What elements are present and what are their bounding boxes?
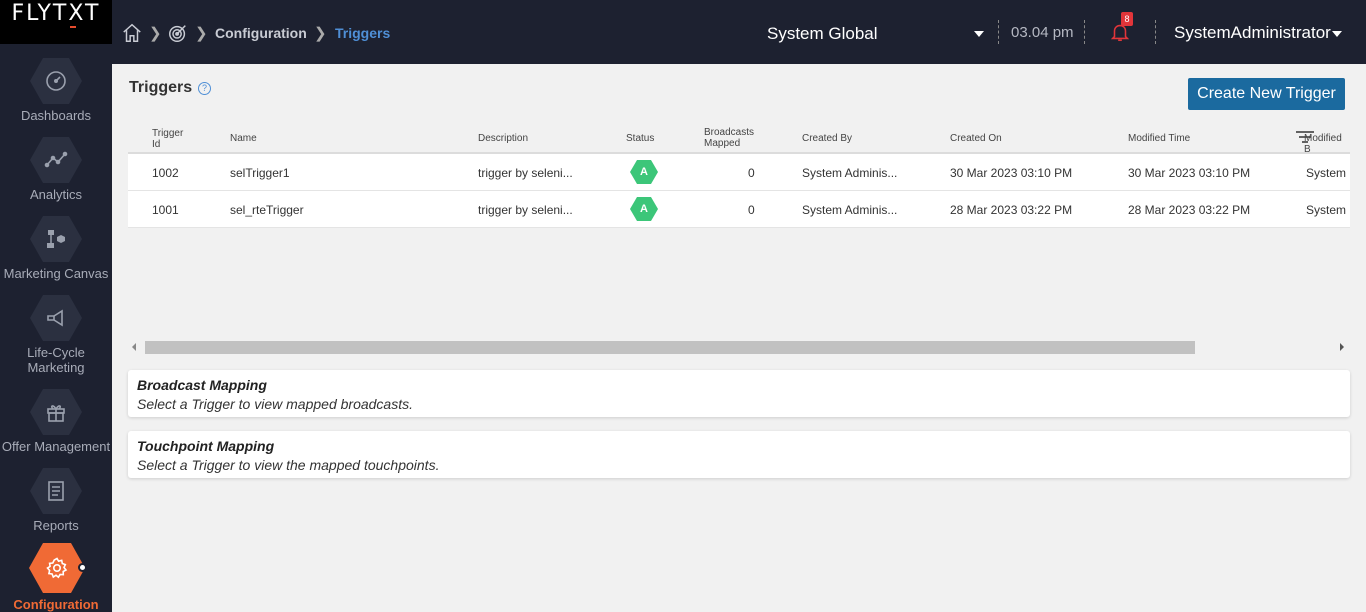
broadcast-mapping-panel: Broadcast Mapping Select a Trigger to vi… <box>128 370 1350 417</box>
panel-subtitle: Select a Trigger to view mapped broadcas… <box>137 396 413 412</box>
logo[interactable]: FLYTXT <box>0 0 112 44</box>
current-time: 03.04 pm <box>1011 24 1074 41</box>
sidebar-item-label: Analytics <box>29 187 83 202</box>
touchpoint-mapping-panel: Touchpoint Mapping Select a Trigger to v… <box>128 431 1350 478</box>
cell-modified-by: System ... <box>1306 166 1350 180</box>
status-badge: A <box>630 197 658 221</box>
gift-icon <box>30 389 82 435</box>
home-icon[interactable] <box>121 22 143 49</box>
scroll-left-arrow-icon[interactable] <box>132 343 136 351</box>
sidebar-item-analytics[interactable]: Analytics <box>0 135 112 205</box>
cell-created-on: 30 Mar 2023 03:10 PM <box>950 166 1073 180</box>
triggers-table: Trigger Id Name Description Status Broadc… <box>128 118 1350 228</box>
column-header-description[interactable]: Description <box>478 133 528 144</box>
cell-trigger-id: 1001 <box>152 203 179 217</box>
chevron-down-icon[interactable] <box>1332 31 1342 37</box>
gauge-icon <box>30 58 82 104</box>
sidebar-item-configuration[interactable]: Configuration <box>0 543 112 612</box>
divider <box>998 20 999 44</box>
create-trigger-button[interactable]: Create New Trigger <box>1188 78 1345 110</box>
panel-subtitle: Select a Trigger to view the mapped touc… <box>137 457 440 473</box>
cell-description: trigger by seleni... <box>478 166 573 180</box>
cell-created-on: 28 Mar 2023 03:22 PM <box>950 203 1073 217</box>
chevron-right-icon: ❯ <box>195 25 208 42</box>
sidebar: FLYTXT Dashboards Analytics Marketing Ca… <box>0 0 112 612</box>
top-bar: ❯ ❯ Configuration ❯ Triggers System Glob… <box>112 0 1366 64</box>
line-chart-icon <box>30 137 82 183</box>
gear-icon <box>29 543 85 593</box>
chevron-right-icon: ❯ <box>149 25 162 42</box>
cell-broadcasts-mapped: 0 <box>748 166 755 180</box>
divider <box>1155 20 1156 44</box>
page-title: Triggers <box>129 79 193 96</box>
scrollbar-thumb[interactable] <box>145 341 1195 354</box>
chevron-down-icon[interactable] <box>974 31 984 37</box>
cell-created-by: System Adminis... <box>802 166 898 180</box>
sidebar-item-label: Marketing Canvas <box>3 266 109 281</box>
sidebar-item-label: Life-Cycle Marketing <box>27 345 85 375</box>
column-header-modified-time[interactable]: Modified Time <box>1128 133 1190 144</box>
column-header-modified-by[interactable]: Modified B <box>1304 133 1350 155</box>
cell-modified-time: 30 Mar 2023 03:10 PM <box>1128 166 1251 180</box>
column-header-broadcasts-mapped[interactable]: Broadcasts Mapped <box>704 127 754 149</box>
table-row[interactable]: 1001 sel_rteTrigger trigger by seleni...… <box>128 191 1350 228</box>
column-header-status[interactable]: Status <box>626 133 654 144</box>
cell-trigger-id: 1002 <box>152 166 179 180</box>
divider <box>1084 20 1085 44</box>
cell-modified-time: 28 Mar 2023 03:22 PM <box>1128 203 1251 217</box>
logo-accent <box>70 26 76 28</box>
status-badge: A <box>630 160 658 184</box>
cell-description: trigger by seleni... <box>478 203 573 217</box>
sidebar-item-label: Configuration <box>13 597 99 612</box>
scroll-right-arrow-icon[interactable] <box>1340 343 1344 351</box>
help-icon[interactable]: ? <box>198 82 211 95</box>
sidebar-item-dashboards[interactable]: Dashboards <box>0 56 112 126</box>
sidebar-item-label: Offer Management <box>1 439 111 454</box>
sidebar-item-reports[interactable]: Reports <box>0 466 112 536</box>
sidebar-item-label: Dashboards <box>20 108 92 123</box>
table-header: Trigger Id Name Description Status Broadc… <box>128 118 1350 155</box>
cell-created-by: System Adminis... <box>802 203 898 217</box>
notification-badge: 8 <box>1121 12 1133 26</box>
column-header-trigger-id[interactable]: Trigger Id <box>152 128 183 150</box>
panel-title: Touchpoint Mapping <box>137 438 275 454</box>
flow-icon <box>30 216 82 262</box>
target-icon[interactable] <box>167 22 189 49</box>
scope-selector[interactable]: System Global <box>767 24 878 44</box>
cell-name: selTrigger1 <box>230 166 290 180</box>
chevron-right-icon: ❯ <box>314 25 327 42</box>
cell-name: sel_rteTrigger <box>230 203 304 217</box>
megaphone-icon <box>30 295 82 341</box>
active-indicator <box>78 563 87 572</box>
sidebar-item-offer-management[interactable]: Offer Management <box>0 387 112 457</box>
user-menu[interactable]: SystemAdministrator <box>1174 23 1331 43</box>
cell-broadcasts-mapped: 0 <box>748 203 755 217</box>
sidebar-item-marketing-canvas[interactable]: Marketing Canvas <box>0 214 112 284</box>
sidebar-item-lifecycle-marketing[interactable]: Life-Cycle Marketing <box>0 293 112 375</box>
sidebar-item-label: Reports <box>33 518 79 533</box>
column-header-name[interactable]: Name <box>230 133 257 144</box>
cell-modified-by: System ... <box>1306 203 1350 217</box>
table-row[interactable]: 1002 selTrigger1 trigger by seleni... A … <box>128 154 1350 191</box>
breadcrumb-configuration[interactable]: Configuration <box>215 25 307 41</box>
panel-title: Broadcast Mapping <box>137 377 267 393</box>
column-header-created-by[interactable]: Created By <box>802 133 852 144</box>
report-icon <box>30 468 82 514</box>
breadcrumb-triggers[interactable]: Triggers <box>335 25 390 41</box>
column-header-created-on[interactable]: Created On <box>950 133 1002 144</box>
horizontal-scrollbar[interactable] <box>128 339 1350 356</box>
